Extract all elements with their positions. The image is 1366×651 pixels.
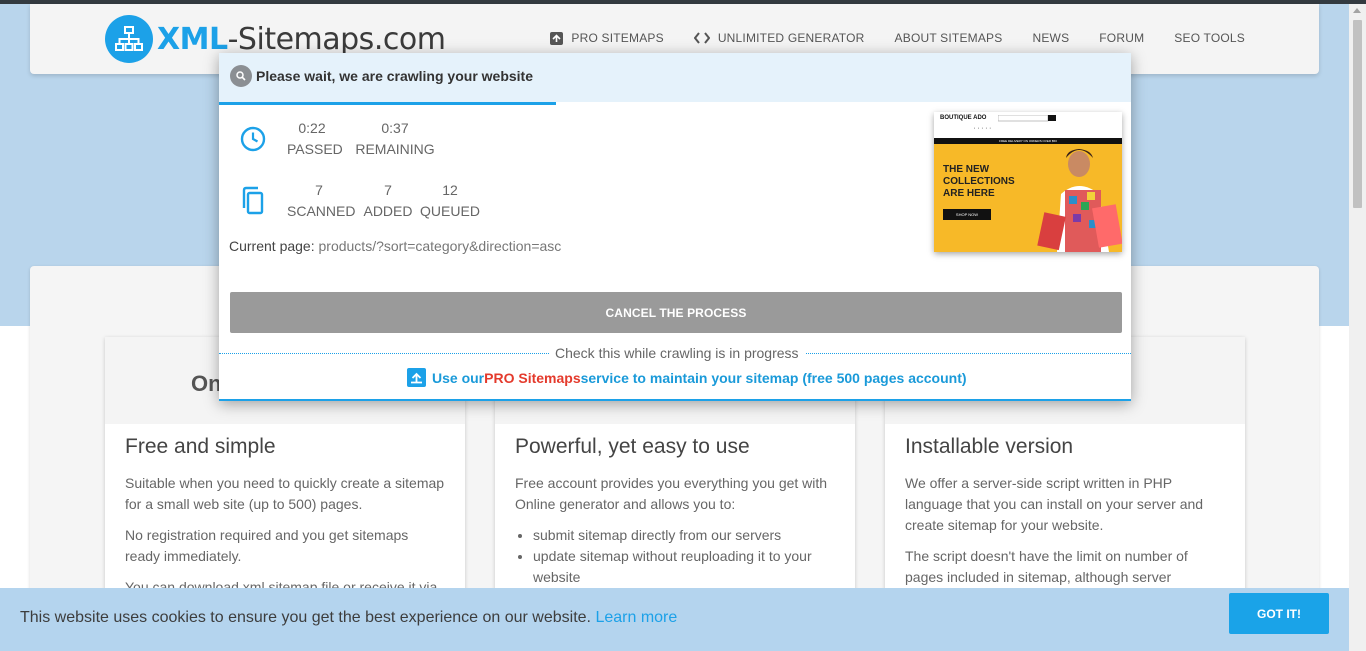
card-header-text: On [191,371,222,396]
preview-model-image [1037,149,1122,252]
current-page-path: products/?sort=category&direction=asc [318,238,562,254]
stat-value: 0:37 [381,120,409,136]
card-paragraph: No registration required and you get sit… [125,527,409,564]
nav-label: UNLIMITED GENERATOR [717,31,865,45]
pro-prefix: Use our [432,369,485,386]
card-title: Powerful, yet easy to use [515,435,750,458]
cookie-message: This website uses cookies to ensure you … [20,609,677,627]
nav-unlimited-generator[interactable]: UNLIMITED GENERATOR [693,31,865,45]
pro-sitemaps-link[interactable]: Use our PRO Sitemaps service to maintain… [407,368,967,387]
stat-added: 7 ADDED [358,180,418,222]
crawl-progress-bar [219,102,557,105]
scroll-thumb[interactable] [1353,20,1362,208]
nav-label: PRO SITEMAPS [571,31,664,45]
pro-highlight: PRO Sitemaps [484,369,581,386]
crawl-progress-modal: Please wait, we are crawling your websit… [219,53,1131,401]
stat-label: PASSED [287,141,343,157]
card-paragraph: Free account provides you everything you… [515,475,828,512]
stat-label: QUEUED [420,203,480,219]
nav-seo-tools[interactable]: SEO TOOLS [1174,31,1245,45]
nav-label: NEWS [1032,31,1070,45]
nav-about-sitemaps[interactable]: ABOUT SITEMAPS [895,31,1003,45]
card-title: Installable version [905,435,1074,458]
card-list: submit sitemap directly from our servers… [533,525,835,588]
nav-label: SEO TOOLS [1174,31,1245,45]
stat-value: 0:22 [298,120,326,136]
stat-label: REMAINING [355,141,435,157]
stat-passed: 0:22 PASSED [287,118,343,160]
logo-text: XML-Sitemaps.com [157,21,446,57]
sitemap-tree-icon [105,15,153,63]
stat-value: 12 [442,182,458,198]
website-preview-thumbnail: BOUTIQUE ADO ▪ ▪ ▪ ▪ ▪ FREE DELIVERY ON … [934,112,1122,252]
list-item: update sitemap without reuploading it to… [533,546,835,588]
stat-value: 7 [384,182,392,198]
learn-more-link[interactable]: Learn more [595,609,677,626]
preview-headline: THE NEW COLLECTIONS ARE HERE [943,164,1015,199]
cookie-text: This website uses cookies to ensure you … [20,609,591,626]
nav-forum[interactable]: FORUM [1099,31,1144,45]
current-page: Current page: products/?sort=category&di… [229,238,561,254]
cancel-process-button[interactable]: CANCEL THE PROCESS [230,292,1122,333]
stat-remaining: 0:37 REMAINING [350,118,440,160]
preview-brand: BOUTIQUE ADO [940,115,987,121]
crawl-stats: 0:22 PASSED 0:37 REMAINING 7 SCANNED 7 A… [239,118,482,222]
count-row: 7 SCANNED 7 ADDED 12 QUEUED [239,180,482,222]
got-it-button[interactable]: GOT IT! [1229,593,1329,634]
time-row: 0:22 PASSED 0:37 REMAINING [239,118,482,160]
copy-pages-icon [239,186,267,216]
upload-arrow-icon [407,368,426,387]
current-page-label: Current page: [229,238,315,254]
cookie-banner: This website uses cookies to ensure you … [0,588,1349,651]
divider-text: Check this while crawling is in progress [549,345,805,361]
nav-news[interactable]: NEWS [1032,31,1069,45]
stat-queued: 12 QUEUED [419,180,481,222]
nav-pro-sitemaps[interactable]: PRO SITEMAPS [550,31,664,45]
nav-label: ABOUT SITEMAPS [894,31,1003,45]
card-paragraph: We offer a server-side script written in… [905,475,1204,533]
code-brackets-icon [693,32,710,44]
upload-box-icon [550,31,564,45]
stat-label: ADDED [363,203,413,219]
page-scrollbar[interactable] [1349,4,1366,651]
card-title: Free and simple [125,435,276,458]
list-item: submit sitemap directly from our servers [533,525,835,546]
clock-icon [239,126,267,152]
stat-label: SCANNED [287,203,356,219]
preview-shop-button: SHOP NOW [943,209,991,220]
crawl-search-icon [230,65,252,87]
nav-label: FORUM [1099,31,1145,45]
modal-header: Please wait, we are crawling your websit… [219,53,1131,105]
stat-scanned: 7 SCANNED [287,180,356,222]
preview-header: BOUTIQUE ADO ▪ ▪ ▪ ▪ ▪ [934,112,1122,138]
modal-title: Please wait, we are crawling your websit… [256,68,534,84]
main-nav: PRO SITEMAPS UNLIMITED GENERATOR ABOUT S… [520,31,1245,45]
stat-value: 7 [315,182,323,198]
card-paragraph: Suitable when you need to quickly create… [125,475,445,512]
preview-nav: ▪ ▪ ▪ ▪ ▪ [974,126,992,130]
scroll-up-arrow-icon[interactable] [1353,8,1361,13]
pro-suffix: service to maintain your sitemap (free 5… [580,369,967,386]
